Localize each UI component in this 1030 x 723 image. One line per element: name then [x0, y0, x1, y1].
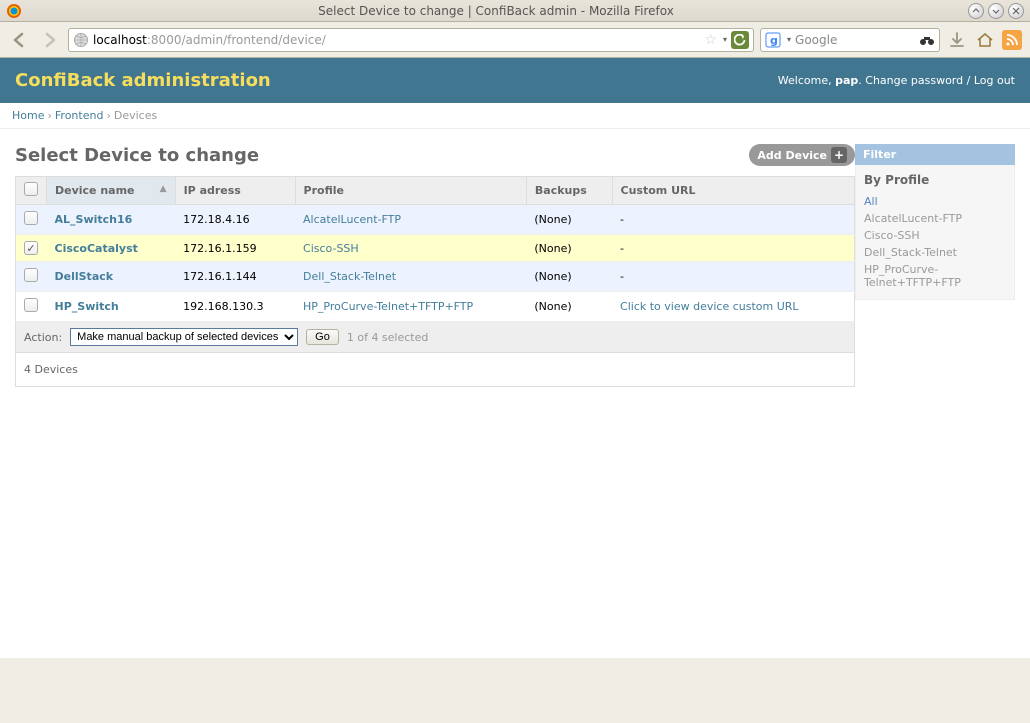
table-row: AL_Switch16 172.18.4.16 AlcatelLucent-FTP (…: [16, 205, 855, 235]
filter-link[interactable]: Dell_Stack-Telnet: [864, 246, 957, 259]
filter-link[interactable]: HP_ProCurve-Telnet+TFTP+FTP: [864, 263, 961, 289]
filter-heading: Filter: [855, 144, 1015, 165]
devices-table: Device name▲ IP adress Profile Backups C…: [15, 176, 855, 322]
browser-toolbar: localhost:8000/admin/frontend/device/ ☆ …: [0, 22, 1030, 58]
col-backups[interactable]: Backups: [526, 177, 612, 205]
filter-link[interactable]: Cisco-SSH: [864, 229, 920, 242]
globe-icon: [73, 32, 89, 48]
custom-url-link[interactable]: Click to view device custom URL: [620, 300, 799, 313]
plus-icon: +: [831, 147, 847, 163]
binoculars-icon[interactable]: [919, 34, 935, 46]
filter-item: HP_ProCurve-Telnet+TFTP+FTP: [864, 261, 1006, 291]
url-bar[interactable]: localhost:8000/admin/frontend/device/ ☆ …: [68, 28, 754, 52]
device-name-link[interactable]: AL_Switch16: [55, 213, 133, 226]
profile-link[interactable]: Dell_Stack-Telnet: [303, 270, 396, 283]
paginator: 4 Devices: [15, 353, 855, 387]
home-icon[interactable]: [974, 29, 996, 51]
filter-by-label: By Profile: [864, 173, 1006, 187]
window-close-button[interactable]: [1008, 3, 1024, 19]
page: ConfiBack administration Welcome, pap. C…: [0, 58, 1030, 658]
custom-url-text: -: [620, 242, 624, 255]
search-box[interactable]: g ▾ Google: [760, 28, 940, 52]
col-profile[interactable]: Profile: [295, 177, 526, 205]
filter-sidebar: Filter By Profile All AlcatelLucent-FTP Ci…: [855, 144, 1015, 387]
reload-button[interactable]: [731, 31, 749, 49]
window-title: Select Device to change | ConfiBack admi…: [28, 4, 964, 18]
ip-cell: 172.16.1.159: [175, 235, 295, 262]
col-ip[interactable]: IP adress: [175, 177, 295, 205]
backups-cell: (None): [526, 205, 612, 235]
window-minimize-button[interactable]: [968, 3, 984, 19]
search-placeholder: Google: [795, 33, 915, 47]
device-name-link[interactable]: DellStack: [55, 270, 114, 283]
feed-icon[interactable]: [1002, 30, 1022, 50]
col-device-name[interactable]: Device name▲: [47, 177, 176, 205]
col-custom-url[interactable]: Custom URL: [612, 177, 854, 205]
device-name-link[interactable]: CiscoCatalyst: [55, 242, 138, 255]
window-titlebar: Select Device to change | ConfiBack admi…: [0, 0, 1030, 22]
url-dropdown-icon[interactable]: ▾: [723, 35, 727, 44]
breadcrumbs: Home›Frontend›Devices: [0, 103, 1030, 129]
backups-cell: (None): [526, 262, 612, 292]
bookmark-star-icon[interactable]: ☆: [704, 32, 717, 48]
filter-item: AlcatelLucent-FTP: [864, 210, 1006, 227]
search-engine-dropdown-icon[interactable]: ▾: [787, 35, 791, 44]
profile-link[interactable]: Cisco-SSH: [303, 242, 359, 255]
ip-cell: 192.168.130.3: [175, 292, 295, 322]
change-password-link[interactable]: Change password: [865, 74, 963, 87]
breadcrumb-current: Devices: [114, 109, 157, 122]
google-icon: g: [765, 32, 781, 48]
downloads-icon[interactable]: [946, 29, 968, 51]
row-checkbox[interactable]: [24, 211, 38, 225]
ip-cell: 172.16.1.144: [175, 262, 295, 292]
window-maximize-button[interactable]: [988, 3, 1004, 19]
selection-count: 1 of 4 selected: [347, 331, 429, 344]
username: pap: [835, 74, 858, 87]
filter-link[interactable]: All: [864, 195, 878, 208]
back-button[interactable]: [8, 28, 32, 52]
profile-link[interactable]: HP_ProCurve-Telnet+TFTP+FTP: [303, 300, 473, 313]
breadcrumb-frontend[interactable]: Frontend: [55, 109, 104, 122]
table-row: HP_Switch 192.168.130.3 HP_ProCurve-Telnet…: [16, 292, 855, 322]
logout-link[interactable]: Log out: [974, 74, 1015, 87]
filter-link[interactable]: AlcatelLucent-FTP: [864, 212, 962, 225]
site-title: ConfiBack administration: [15, 70, 271, 91]
actions-bar: Action: Make manual backup of selected d…: [15, 322, 855, 353]
custom-url-text: -: [620, 213, 624, 226]
action-label: Action:: [24, 331, 62, 344]
device-name-link[interactable]: HP_Switch: [55, 300, 119, 313]
select-all-checkbox[interactable]: [24, 182, 38, 196]
row-checkbox[interactable]: [24, 298, 38, 312]
backups-cell: (None): [526, 292, 612, 322]
filter-item: Cisco-SSH: [864, 227, 1006, 244]
branding-bar: ConfiBack administration Welcome, pap. C…: [0, 58, 1030, 103]
filter-item: Dell_Stack-Telnet: [864, 244, 1006, 261]
breadcrumb-home[interactable]: Home: [12, 109, 44, 122]
filter-item: All: [864, 193, 1006, 210]
url-text: localhost:8000/admin/frontend/device/: [93, 33, 700, 47]
backups-cell: (None): [526, 235, 612, 262]
forward-button[interactable]: [38, 28, 62, 52]
user-tools: Welcome, pap. Change password / Log out: [778, 74, 1015, 87]
custom-url-text: -: [620, 270, 624, 283]
go-button[interactable]: Go: [306, 329, 339, 345]
svg-text:g: g: [770, 34, 778, 47]
table-row: CiscoCatalyst 172.16.1.159 Cisco-SSH (None)…: [16, 235, 855, 262]
page-heading: Select Device to change: [15, 145, 259, 166]
table-row: DellStack 172.16.1.144 Dell_Stack-Telnet (N…: [16, 262, 855, 292]
row-checkbox[interactable]: [24, 268, 38, 282]
action-select[interactable]: Make manual backup of selected devices: [70, 328, 298, 346]
row-checkbox[interactable]: [24, 241, 38, 255]
ip-cell: 172.18.4.16: [175, 205, 295, 235]
add-device-button[interactable]: Add Device+: [749, 144, 855, 166]
firefox-icon: [6, 3, 22, 19]
sort-asc-icon: ▲: [160, 184, 167, 194]
profile-link[interactable]: AlcatelLucent-FTP: [303, 213, 401, 226]
